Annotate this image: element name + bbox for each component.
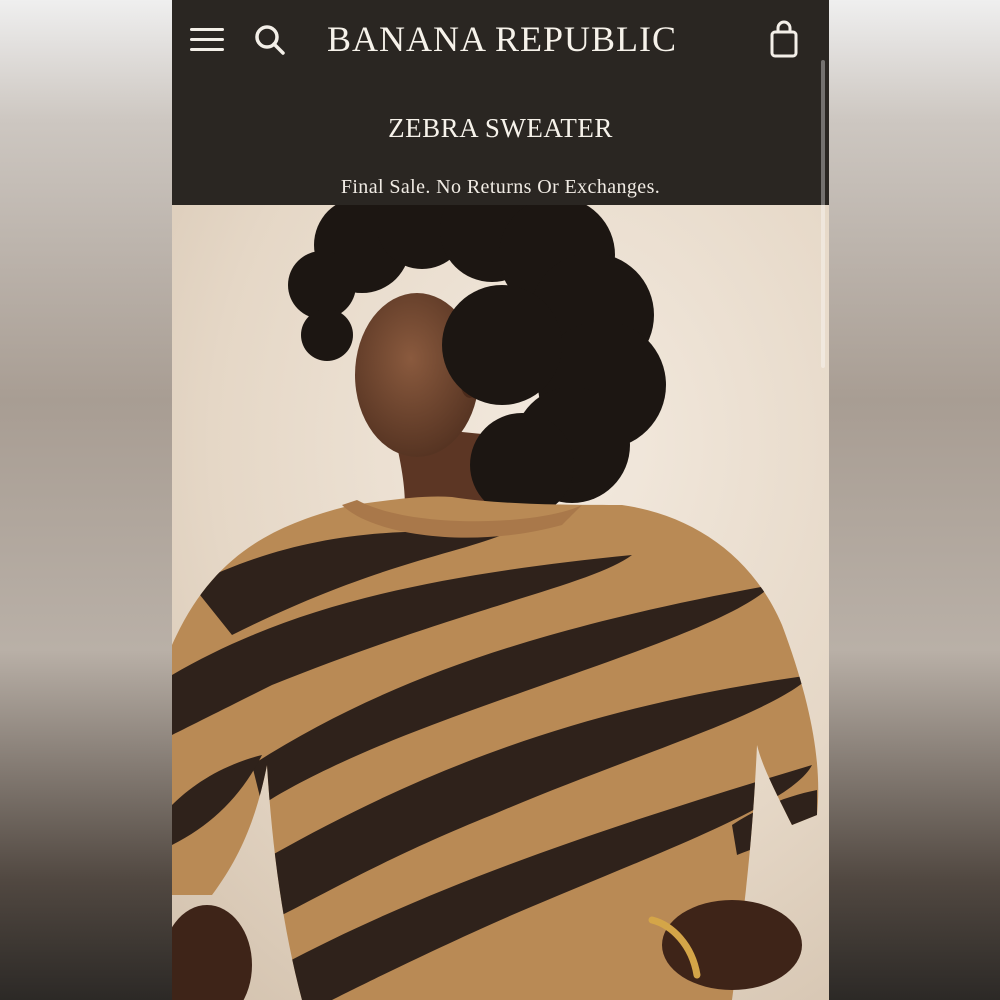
right-blurred-backdrop <box>829 0 1000 1000</box>
search-icon <box>255 25 285 55</box>
final-sale-notice: Final Sale. No Returns Or Exchanges. <box>340 176 661 198</box>
menu-bar <box>190 28 224 31</box>
page-scrollbar[interactable] <box>821 60 825 368</box>
menu-button[interactable] <box>190 24 226 56</box>
mobile-screen: BANANA REPUBLIC ZEBRA SWEATER Final Sale… <box>172 0 829 1000</box>
menu-bar <box>190 38 224 41</box>
menu-bar <box>190 48 224 51</box>
search-button[interactable] <box>252 22 288 58</box>
left-blurred-backdrop <box>0 0 172 1000</box>
product-title: ZEBRA SWEATER <box>388 113 613 143</box>
shopping-bag-button[interactable] <box>768 20 800 60</box>
shopping-bag-icon <box>770 20 798 58</box>
site-header: BANANA REPUBLIC ZEBRA SWEATER Final Sale… <box>172 0 829 205</box>
product-photo[interactable] <box>172 205 829 1000</box>
brand-logo[interactable]: BANANA REPUBLIC <box>292 18 712 60</box>
